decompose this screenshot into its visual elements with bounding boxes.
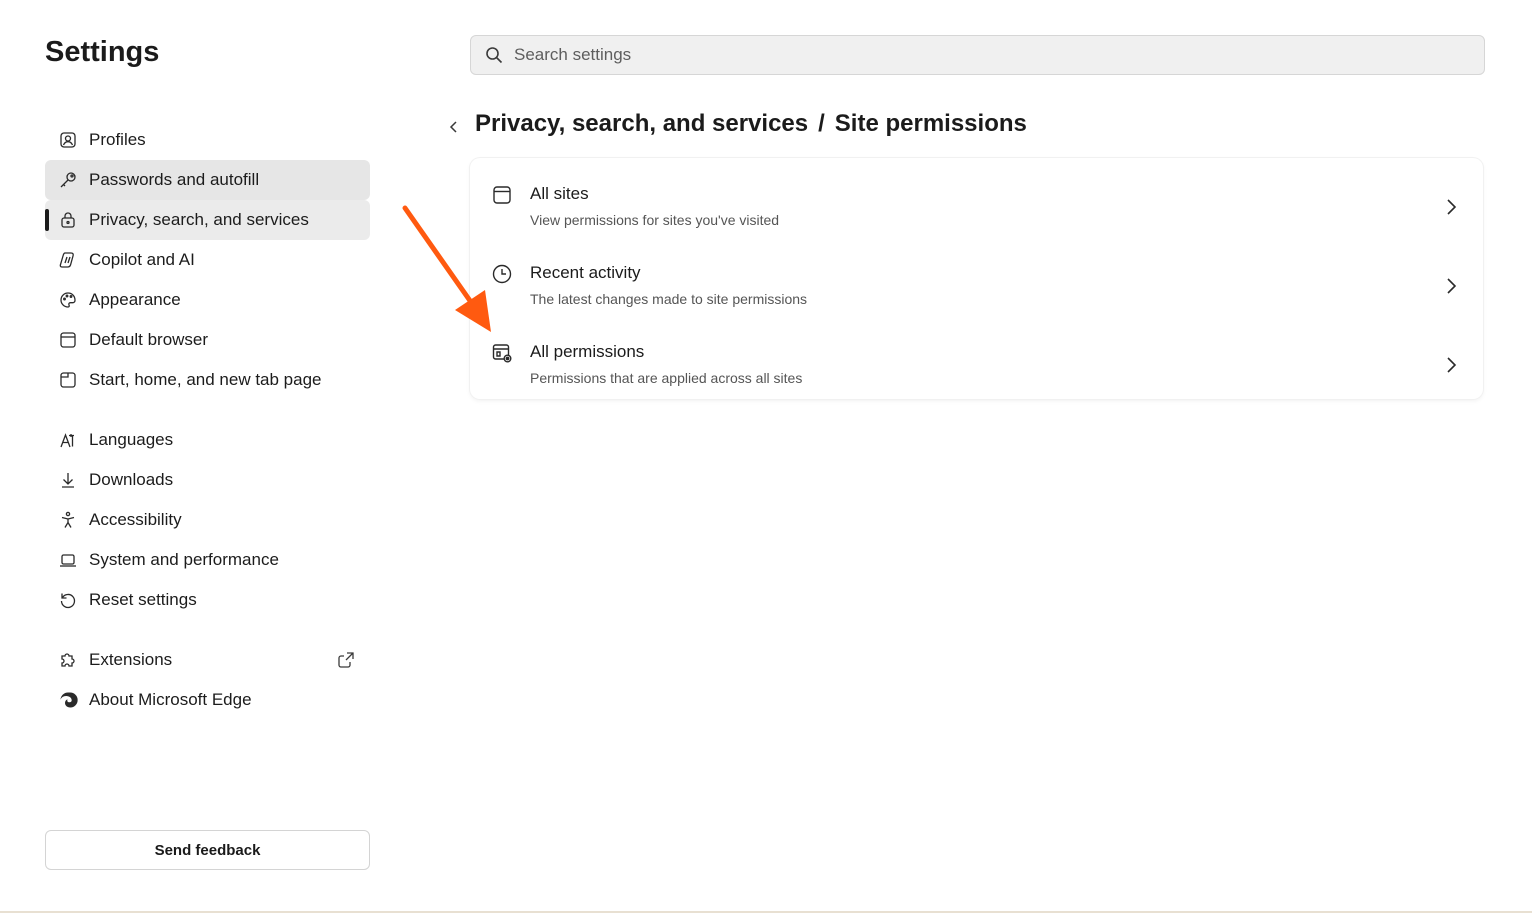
sidebar-item-profiles[interactable]: Profiles bbox=[45, 120, 370, 160]
sidebar-item-copilot[interactable]: Copilot and AI bbox=[45, 240, 370, 280]
site-permissions-card: All sites View permissions for sites you… bbox=[470, 158, 1483, 399]
sidebar-item-label: About Microsoft Edge bbox=[89, 690, 252, 709]
sidebar-item-label: Downloads bbox=[89, 470, 174, 489]
sidebar-item-default-browser[interactable]: Default browser bbox=[45, 320, 370, 360]
sidebar-item-languages[interactable]: Languages bbox=[45, 420, 370, 460]
row-description: View permissions for sites you've visite… bbox=[530, 212, 780, 228]
browser-icon bbox=[57, 329, 79, 351]
search-box[interactable] bbox=[470, 35, 1485, 75]
profile-icon bbox=[57, 129, 79, 151]
sidebar-item-label: Extensions bbox=[89, 650, 173, 669]
chevron-right-icon bbox=[1443, 275, 1459, 297]
site-window-icon bbox=[491, 184, 513, 206]
copilot-icon bbox=[57, 249, 79, 271]
sidebar-item-label: System and performance bbox=[89, 550, 279, 569]
recent-activity-row[interactable]: Recent activity The latest changes made … bbox=[470, 247, 1483, 326]
lock-icon bbox=[57, 209, 79, 231]
breadcrumb-current: Site permissions bbox=[834, 110, 1027, 137]
sidebar-item-appearance[interactable]: Appearance bbox=[45, 280, 370, 320]
laptop-icon bbox=[57, 549, 79, 571]
palette-icon bbox=[57, 289, 79, 311]
sidebar-item-reset[interactable]: Reset settings bbox=[45, 580, 370, 620]
all-permissions-row[interactable]: All permissions Permissions that are app… bbox=[470, 326, 1483, 405]
back-button[interactable] bbox=[443, 115, 465, 139]
sidebar-item-extensions[interactable]: Extensions bbox=[45, 640, 370, 680]
row-description: The latest changes made to site permissi… bbox=[530, 291, 808, 307]
sidebar-nav: Profiles Passwords and autofill Privacy,… bbox=[45, 120, 370, 720]
sidebar-item-passwords[interactable]: Passwords and autofill bbox=[45, 160, 370, 200]
settings-title: Settings bbox=[45, 36, 160, 68]
home-tab-icon bbox=[57, 369, 79, 391]
sidebar-item-system[interactable]: System and performance bbox=[45, 540, 370, 580]
sidebar-item-label: Copilot and AI bbox=[89, 250, 195, 269]
sidebar-item-label: Privacy, search, and services bbox=[89, 210, 309, 229]
sidebar-item-label: Reset settings bbox=[89, 590, 197, 609]
chevron-right-icon bbox=[1443, 196, 1459, 218]
chevron-right-icon bbox=[1443, 354, 1459, 376]
edge-logo-icon bbox=[57, 689, 79, 711]
search-input[interactable] bbox=[514, 45, 1484, 65]
breadcrumb-parent[interactable]: Privacy, search, and services bbox=[475, 110, 808, 137]
breadcrumb-separator: / bbox=[818, 110, 825, 137]
sidebar-item-about[interactable]: About Microsoft Edge bbox=[45, 680, 370, 720]
row-description: Permissions that are applied across all … bbox=[530, 370, 803, 386]
chevron-left-icon bbox=[449, 121, 457, 133]
permissions-gear-icon bbox=[491, 342, 513, 364]
clock-icon bbox=[491, 263, 513, 285]
sidebar-item-label: Appearance bbox=[89, 290, 181, 309]
search-icon bbox=[484, 45, 504, 65]
key-icon bbox=[57, 169, 79, 191]
reset-icon bbox=[57, 589, 79, 611]
puzzle-icon bbox=[57, 649, 79, 671]
external-link-icon[interactable] bbox=[336, 650, 356, 670]
row-title: All sites bbox=[530, 184, 589, 203]
sidebar-item-accessibility[interactable]: Accessibility bbox=[45, 500, 370, 540]
download-icon bbox=[57, 469, 79, 491]
page-title: Privacy, search, and services / Site permi… bbox=[475, 110, 1027, 138]
window-bottom-border bbox=[0, 911, 1532, 913]
sidebar-item-label: Accessibility bbox=[89, 510, 182, 529]
sidebar-item-privacy[interactable]: Privacy, search, and services bbox=[45, 200, 370, 240]
sidebar-item-downloads[interactable]: Downloads bbox=[45, 460, 370, 500]
settings-page: Settings Profiles Passwords and autofill… bbox=[0, 0, 1532, 917]
sidebar-item-start-home[interactable]: Start, home, and new tab page bbox=[45, 360, 370, 400]
sidebar-item-label: Start, home, and new tab page bbox=[89, 370, 322, 389]
send-feedback-button[interactable]: Send feedback bbox=[45, 830, 370, 870]
language-icon bbox=[57, 429, 79, 451]
sidebar-item-label: Passwords and autofill bbox=[89, 170, 260, 189]
sidebar-item-label: Languages bbox=[89, 430, 174, 449]
sidebar-item-label: Default browser bbox=[89, 330, 209, 349]
row-title: All permissions bbox=[530, 342, 645, 361]
sidebar-item-label: Profiles bbox=[89, 130, 146, 149]
accessibility-icon bbox=[57, 509, 79, 531]
row-title: Recent activity bbox=[530, 263, 641, 282]
all-sites-row[interactable]: All sites View permissions for sites you… bbox=[470, 168, 1483, 247]
